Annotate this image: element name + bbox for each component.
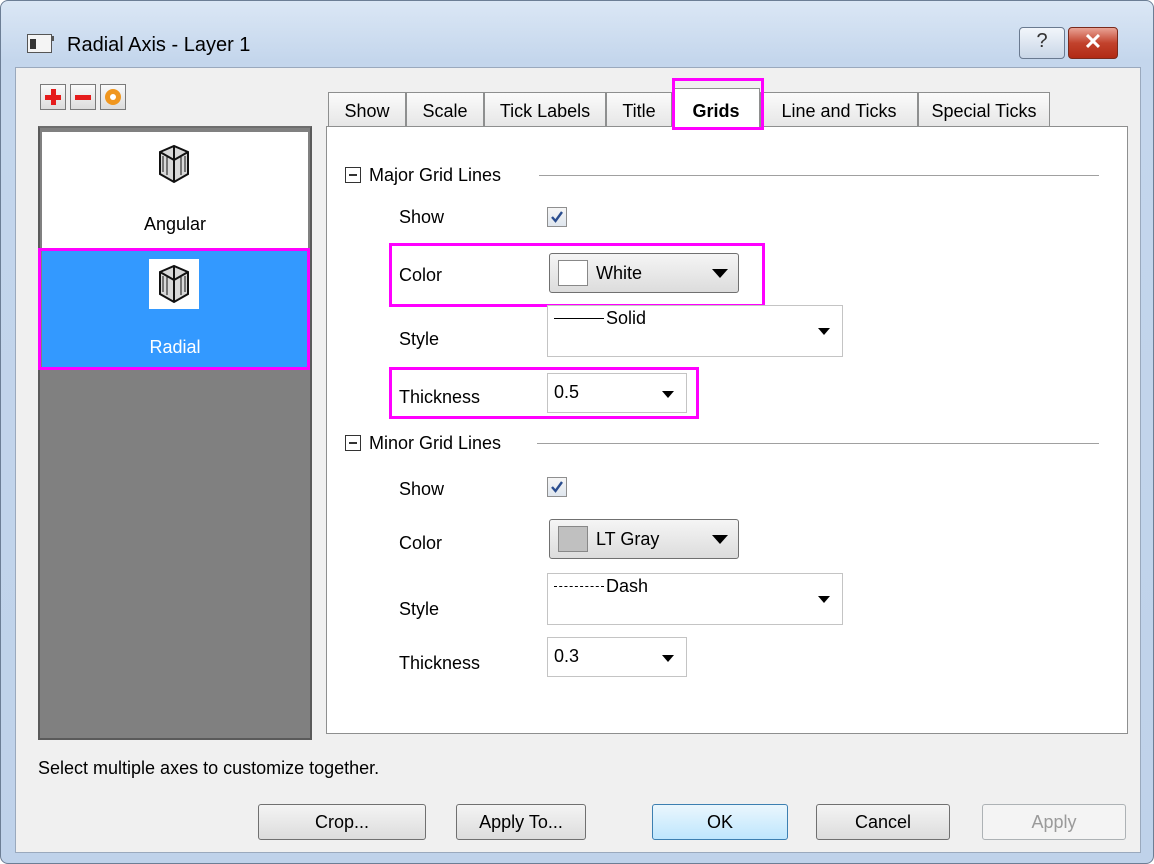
minor-thickness-value: 0.3 (554, 646, 580, 666)
highlight-radial-item (38, 248, 310, 370)
tab-special-ticks[interactable]: Special Ticks (918, 92, 1050, 128)
dialog-client: Angular Radial Show Scale Tick Labels Ti… (15, 67, 1141, 853)
major-style-dropdown[interactable]: Solid (547, 305, 843, 357)
remove-axis-button[interactable] (70, 84, 96, 110)
section-divider (537, 443, 1099, 444)
chevron-down-icon (712, 535, 728, 544)
chevron-down-icon (662, 655, 674, 662)
tab-title[interactable]: Title (606, 92, 672, 128)
major-grid-title: Major Grid Lines (369, 165, 502, 185)
dialog-window: Radial Axis - Layer 1 ? ✕ Angular Radial… (0, 0, 1154, 864)
close-icon: ✕ (1083, 29, 1103, 54)
reset-axis-button[interactable] (100, 84, 126, 110)
circle-icon (105, 89, 121, 105)
ok-button[interactable]: OK (652, 804, 788, 840)
axis-list[interactable]: Angular Radial (38, 126, 312, 740)
major-show-checkbox[interactable] (547, 207, 567, 227)
cube-icon (159, 144, 189, 184)
help-icon: ? (1036, 30, 1048, 52)
axis-item-label: Angular (143, 214, 207, 234)
line-sample (554, 586, 604, 588)
minor-style-dropdown[interactable]: Dash (547, 573, 843, 625)
chevron-down-icon (818, 328, 830, 335)
major-show-label: Show (399, 207, 445, 227)
line-sample (554, 318, 604, 320)
axis-item-angular[interactable]: Angular (42, 132, 308, 250)
minor-style-label: Style (399, 599, 440, 619)
apply-to-button[interactable]: Apply To... (456, 804, 586, 840)
tab-scale[interactable]: Scale (406, 92, 484, 128)
tab-show[interactable]: Show (328, 92, 406, 128)
highlight-grids-tab (672, 78, 764, 130)
tab-line-and-ticks[interactable]: Line and Ticks (760, 92, 918, 128)
minor-grid-title: Minor Grid Lines (369, 433, 502, 453)
section-divider (539, 175, 1099, 176)
collapse-icon[interactable] (345, 167, 361, 183)
plus-icon (45, 89, 61, 105)
chevron-down-icon (818, 596, 830, 603)
tab-tick-labels[interactable]: Tick Labels (484, 92, 606, 128)
status-text: Select multiple axes to customize togeth… (38, 758, 380, 778)
window-title: Radial Axis - Layer 1 (67, 34, 251, 56)
minor-color-dropdown[interactable]: LT Gray (549, 519, 739, 559)
major-style-label: Style (399, 329, 440, 349)
window-icon (27, 34, 54, 53)
check-icon (551, 481, 563, 493)
grids-panel: Major Grid Lines Show Color White Style … (326, 126, 1128, 734)
highlight-major-color (389, 243, 765, 307)
minor-style-value: Dash (606, 576, 649, 596)
title-bar[interactable]: Radial Axis - Layer 1 ? ✕ (1, 1, 1153, 59)
crop-button[interactable]: Crop... (258, 804, 426, 840)
minor-show-checkbox[interactable] (547, 477, 567, 497)
minor-color-label: Color (399, 533, 443, 553)
check-icon (551, 211, 563, 223)
highlight-major-thickness (389, 367, 699, 419)
apply-button[interactable]: Apply (982, 804, 1126, 840)
help-button[interactable]: ? (1019, 27, 1065, 59)
major-style-value: Solid (606, 308, 647, 328)
close-button[interactable]: ✕ (1068, 27, 1118, 59)
minor-show-label: Show (399, 479, 445, 499)
minor-thickness-label: Thickness (399, 653, 481, 673)
minus-icon (75, 95, 91, 100)
minor-thickness-dropdown[interactable]: 0.3 (547, 637, 687, 677)
collapse-icon[interactable] (345, 435, 361, 451)
color-swatch (558, 526, 588, 552)
add-axis-button[interactable] (40, 84, 66, 110)
minor-color-value: LT Gray (596, 529, 660, 549)
cancel-button[interactable]: Cancel (816, 804, 950, 840)
